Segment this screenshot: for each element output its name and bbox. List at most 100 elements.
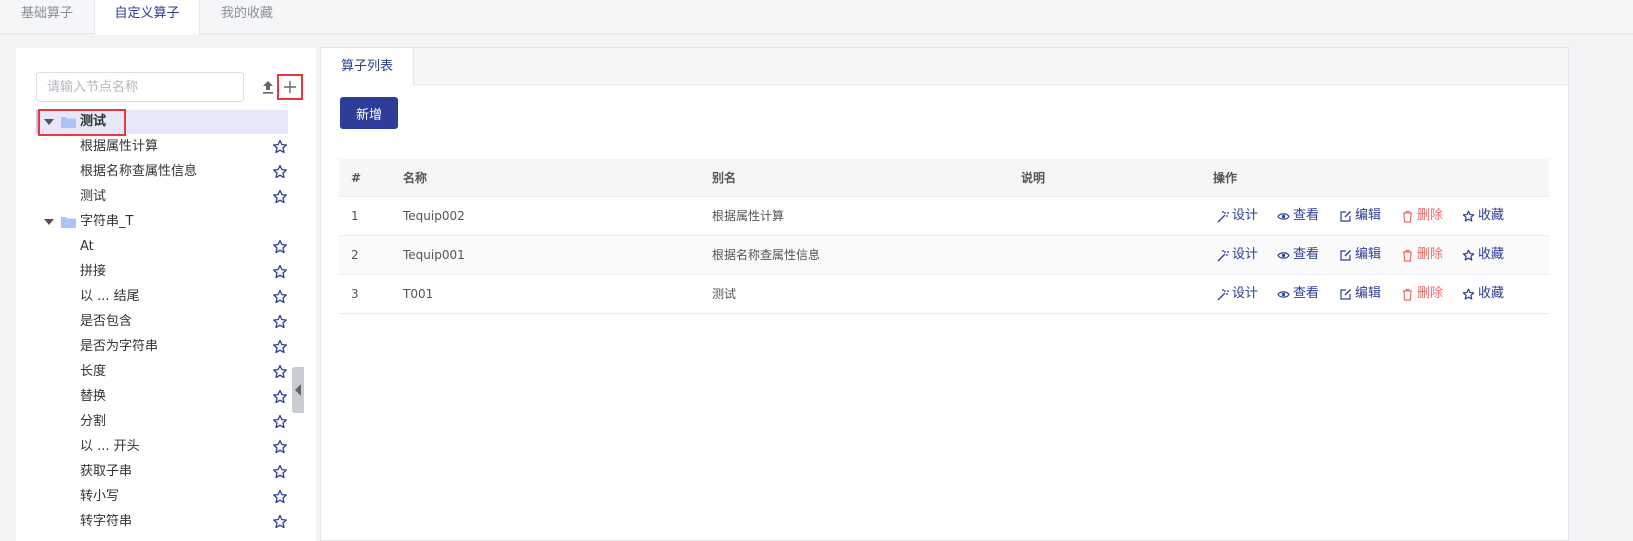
view-action[interactable]: 查看	[1277, 286, 1319, 302]
star-icon	[1462, 210, 1475, 222]
view-label: 查看	[1293, 286, 1320, 301]
delete-action[interactable]: 删除	[1401, 208, 1443, 224]
design-label: 设计	[1232, 208, 1259, 223]
star-icon[interactable]	[272, 264, 288, 280]
star-icon[interactable]	[272, 464, 288, 480]
panel-collapse-handle[interactable]	[292, 367, 304, 413]
favorite-action[interactable]: 收藏	[1462, 247, 1504, 263]
edit-action[interactable]: 编辑	[1339, 286, 1381, 302]
design-action[interactable]: 设计	[1216, 208, 1258, 224]
tree-leaf[interactable]: 获取子串	[36, 460, 288, 484]
delete-action[interactable]: 删除	[1401, 247, 1443, 263]
tree-node-label: 根据属性计算	[80, 139, 159, 154]
tab-custom-operators[interactable]: 自定义算子	[94, 0, 200, 35]
table-header: # 名称 别名 说明 操作	[339, 159, 1549, 197]
tree-leaf[interactable]: 是否包含	[36, 310, 288, 334]
node-search-input[interactable]	[36, 72, 244, 102]
edit-icon	[1340, 288, 1351, 300]
view-label: 查看	[1293, 208, 1320, 223]
star-icon[interactable]	[272, 139, 288, 155]
tree-leaf[interactable]: 长度	[36, 360, 288, 384]
tree-leaf[interactable]: 以 ... 结尾	[36, 285, 288, 309]
star-icon[interactable]	[272, 414, 288, 430]
favorite-action[interactable]: 收藏	[1462, 208, 1504, 224]
magic-wand-icon	[1217, 210, 1229, 222]
operator-list-panel: 算子列表 新增 # 名称 别名 说明 操作 1 Tequip002 根据属性计算…	[320, 47, 1569, 541]
row-name: Tequip001	[403, 248, 465, 262]
table-row: 1 Tequip002 根据属性计算 设计 查看 编辑 删除 收藏	[339, 197, 1549, 236]
magic-wand-icon	[1217, 288, 1229, 300]
favorite-label: 收藏	[1478, 208, 1505, 223]
tree-leaf[interactable]: 测试	[36, 185, 288, 209]
favorite-label: 收藏	[1478, 286, 1505, 301]
tree-leaf[interactable]: 以 ... 开头	[36, 435, 288, 459]
view-action[interactable]: 查看	[1277, 247, 1319, 263]
star-icon[interactable]	[272, 164, 288, 180]
star-icon[interactable]	[272, 189, 288, 205]
star-icon[interactable]	[272, 239, 288, 255]
tree-leaf[interactable]: 根据属性计算	[36, 135, 288, 159]
tab-operator-list[interactable]: 算子列表	[321, 48, 414, 86]
delete-label: 删除	[1417, 208, 1444, 223]
table-row: 2 Tequip001 根据名称查属性信息 设计 查看 编辑 删除 收藏	[339, 236, 1549, 275]
view-label: 查看	[1293, 247, 1320, 262]
tree-leaf[interactable]: 根据名称查属性信息	[36, 160, 288, 184]
tree-leaf[interactable]: 分割	[36, 410, 288, 434]
tree-node-label: 拼接	[80, 264, 107, 279]
table-row: 3 T001 测试 设计 查看 编辑 删除 收藏	[339, 275, 1549, 314]
star-icon[interactable]	[272, 289, 288, 305]
star-icon[interactable]	[272, 389, 288, 405]
folder-icon	[61, 217, 76, 228]
column-header: #	[351, 171, 362, 185]
eye-icon	[1277, 251, 1290, 259]
edit-icon	[1340, 210, 1351, 222]
tab-my-favorites[interactable]: 我的收藏	[200, 0, 294, 34]
star-icon[interactable]	[272, 514, 288, 530]
column-header: 名称	[403, 171, 428, 185]
star-icon[interactable]	[272, 314, 288, 330]
tree-leaf[interactable]: 替换	[36, 385, 288, 409]
upload-icon[interactable]	[260, 78, 276, 96]
edit-label: 编辑	[1355, 247, 1382, 262]
tree-node-label: 测试	[80, 189, 107, 204]
operator-table: # 名称 别名 说明 操作 1 Tequip002 根据属性计算 设计 查看 编…	[339, 159, 1549, 314]
inner-tab-bar: 算子列表	[321, 48, 1568, 86]
design-action[interactable]: 设计	[1216, 286, 1258, 302]
star-icon[interactable]	[272, 439, 288, 455]
caret-down-icon[interactable]	[44, 219, 54, 225]
row-index: 2	[351, 248, 359, 262]
tree-node-label: At	[80, 239, 94, 254]
design-action[interactable]: 设计	[1216, 247, 1258, 263]
tree-node-label: 字符串_T	[80, 214, 134, 229]
eye-icon	[1277, 212, 1290, 220]
tree-leaf[interactable]: 拼接	[36, 260, 288, 284]
star-icon[interactable]	[272, 339, 288, 355]
view-action[interactable]: 查看	[1277, 208, 1319, 224]
tree-leaf[interactable]: At	[36, 235, 288, 259]
tree-folder-string[interactable]: 字符串_T	[36, 210, 288, 234]
eye-icon	[1277, 290, 1290, 298]
tree-leaf[interactable]: 转小写	[36, 485, 288, 509]
tree-node-label: 转小写	[80, 489, 120, 504]
delete-label: 删除	[1417, 247, 1444, 262]
star-icon[interactable]	[272, 364, 288, 380]
tab-basic-operators[interactable]: 基础算子	[0, 0, 94, 34]
design-label: 设计	[1232, 247, 1259, 262]
add-button[interactable]: 新增	[340, 97, 398, 129]
star-icon[interactable]	[272, 489, 288, 505]
add-node-icon[interactable]	[277, 74, 303, 100]
tree-node-label: 获取子串	[80, 464, 133, 479]
star-icon	[1462, 288, 1475, 300]
delete-action[interactable]: 删除	[1401, 286, 1443, 302]
tree-leaf[interactable]: 转字符串	[36, 510, 288, 534]
row-index: 3	[351, 287, 359, 301]
tree-node-label: 以 ... 结尾	[80, 289, 140, 304]
edit-action[interactable]: 编辑	[1339, 247, 1381, 263]
edit-action[interactable]: 编辑	[1339, 208, 1381, 224]
favorite-action[interactable]: 收藏	[1462, 286, 1504, 302]
tree-node-label: 替换	[80, 389, 107, 404]
tree-node-label: 是否为字符串	[80, 339, 159, 354]
row-name: T001	[403, 287, 434, 301]
tree-leaf[interactable]: 是否为字符串	[36, 335, 288, 359]
edit-label: 编辑	[1355, 286, 1382, 301]
